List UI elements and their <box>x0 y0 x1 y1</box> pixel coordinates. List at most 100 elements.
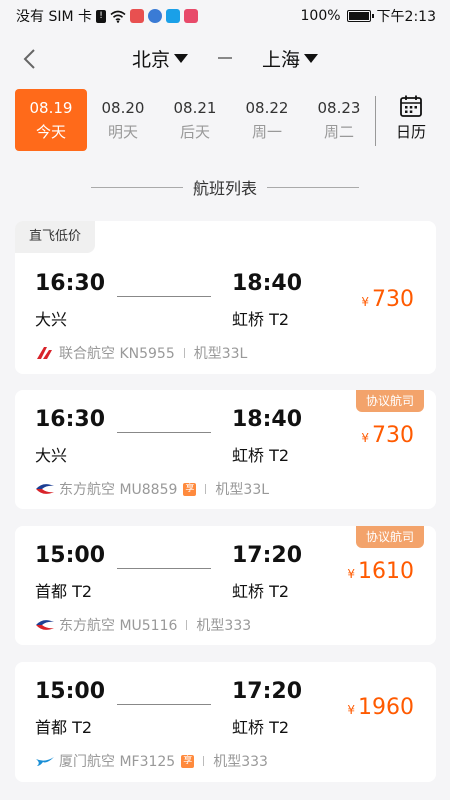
airline-flight: 东方航空 MU8859 <box>59 482 178 498</box>
status-left: 没有 SIM 卡 ! <box>16 6 198 26</box>
airline-flight: 联合航空 KN5955 <box>59 346 175 362</box>
price: ¥ 1960 <box>347 695 414 720</box>
arrival-airport: 虹桥 T2 <box>232 310 290 329</box>
section-title: 航班列表 <box>0 172 450 202</box>
date-tab-1[interactable]: 08.20 明天 <box>87 89 159 151</box>
carrier-text: 没有 SIM 卡 <box>16 9 92 25</box>
route-line <box>117 704 211 705</box>
route-line <box>117 568 211 569</box>
notes-app-icon <box>184 9 198 23</box>
departure-time: 15:00 <box>35 679 106 704</box>
arrival-time: 17:20 <box>232 679 303 704</box>
date-tab-4[interactable]: 08.23 周二 <box>303 89 375 151</box>
flight-meta: 东方航空 MU5116 机型333 <box>35 615 251 635</box>
airline-flight: 东方航空 MU5116 <box>59 618 178 634</box>
departure-time: 16:30 <box>35 407 106 432</box>
price: ¥ 730 <box>361 423 414 448</box>
battery-percent: 100% <box>300 8 341 24</box>
from-city-selector[interactable]: 北京 <box>132 45 188 72</box>
date-divider <box>375 96 376 146</box>
direct-low-price-tag: 直飞低价 <box>15 221 96 253</box>
search-app-icon <box>166 9 180 23</box>
arrival-airport: 虹桥 T2 <box>232 582 290 601</box>
china-eastern-logo-icon <box>36 620 54 630</box>
arrival-time: 18:40 <box>232 407 303 432</box>
departure-airport: 大兴 <box>35 310 68 329</box>
from-city-label: 北京 <box>131 48 170 71</box>
date-bar: 08.19 今天 08.20 明天 08.21 后天 08.22 周一 08.2… <box>0 84 450 156</box>
to-city-selector[interactable]: 上海 <box>262 45 319 72</box>
clock: 下午2:13 <box>376 9 436 25</box>
meta-separator <box>203 756 205 766</box>
currency-symbol: ¥ <box>361 295 369 309</box>
book-app-icon <box>130 9 144 23</box>
meta-separator <box>186 620 188 630</box>
shield-app-icon <box>148 9 162 23</box>
aircraft-type: 机型33L <box>215 482 270 498</box>
date-tab-0[interactable]: 08.19 今天 <box>15 89 87 151</box>
status-right: 100% 下午2:13 <box>301 6 436 26</box>
price: ¥ 1610 <box>347 559 414 584</box>
date-label: 08.21 <box>173 98 217 117</box>
date-label: 08.19 <box>29 98 73 117</box>
currency-symbol: ¥ <box>347 567 355 581</box>
date-label: 08.20 <box>101 98 145 117</box>
wifi-icon <box>110 10 126 23</box>
aircraft-type: 机型33L <box>193 346 248 362</box>
flight-card[interactable]: 直飞低价 16:30 大兴 18:40 虹桥 T2 ¥ 730 联合航空 KN5… <box>15 221 436 374</box>
currency-symbol: ¥ <box>361 431 369 445</box>
china-eastern-logo-icon <box>36 484 54 494</box>
price-value: 1610 <box>358 559 414 584</box>
arrival-time: 17:20 <box>232 543 303 568</box>
departure-airport: 首都 T2 <box>35 718 93 737</box>
sim-alert-icon: ! <box>96 9 106 23</box>
chevron-left-icon <box>23 49 35 69</box>
flight-meta: 联合航空 KN5955 机型33L <box>35 343 247 363</box>
weekday-label: 今天 <box>35 122 66 141</box>
arrival-airport: 虹桥 T2 <box>232 718 290 737</box>
route-line <box>117 296 211 297</box>
weekday-label: 周二 <box>323 122 354 141</box>
weekday-label: 明天 <box>107 122 138 141</box>
departure-airport: 首都 T2 <box>35 582 93 601</box>
flight-card[interactable]: 协议航司 15:00 首都 T2 17:20 虹桥 T2 ¥ 1610 东方航空… <box>15 526 436 645</box>
divider-line <box>267 186 359 188</box>
calendar-label: 日历 <box>395 123 426 141</box>
agreement-airline-tag: 协议航司 <box>355 390 424 412</box>
shared-flight-badge: 享 <box>181 754 195 768</box>
arrival-time: 18:40 <box>232 271 303 296</box>
date-tab-3[interactable]: 08.22 周一 <box>231 89 303 151</box>
date-label: 08.23 <box>317 98 361 117</box>
airline-flight: 厦门航空 MF3125 <box>59 754 176 770</box>
caret-down-icon <box>304 53 319 63</box>
flight-card[interactable]: 15:00 首都 T2 17:20 虹桥 T2 ¥ 1960 厦门航空 MF31… <box>15 662 436 782</box>
date-tab-2[interactable]: 08.21 后天 <box>159 89 231 151</box>
calendar-icon <box>400 95 422 117</box>
arrival-airport: 虹桥 T2 <box>232 446 290 465</box>
meta-separator <box>205 484 207 494</box>
flight-meta: 厦门航空 MF3125 享 机型333 <box>35 751 268 771</box>
currency-symbol: ¥ <box>347 703 355 717</box>
header: 北京 上海 <box>0 32 450 84</box>
calendar-button[interactable]: 日历 <box>388 94 434 148</box>
price-value: 1960 <box>358 695 414 720</box>
china-united-logo-icon <box>37 347 52 359</box>
flight-card[interactable]: 协议航司 16:30 大兴 18:40 虹桥 T2 ¥ 730 东方航空 MU8… <box>15 390 436 509</box>
aircraft-type: 机型333 <box>213 754 268 770</box>
date-label: 08.22 <box>245 98 289 117</box>
to-city-label: 上海 <box>262 48 301 71</box>
price-value: 730 <box>372 287 414 312</box>
price: ¥ 730 <box>361 287 414 312</box>
caret-down-icon <box>174 53 188 63</box>
meta-separator <box>183 348 185 358</box>
battery-icon <box>346 10 374 22</box>
price-value: 730 <box>372 423 414 448</box>
back-button[interactable] <box>14 44 44 74</box>
shared-flight-badge: 享 <box>183 482 197 496</box>
departure-airport: 大兴 <box>35 446 68 465</box>
section-title-text: 航班列表 <box>192 179 257 198</box>
aircraft-type: 机型333 <box>196 618 252 634</box>
weekday-label: 后天 <box>179 122 210 141</box>
weekday-label: 周一 <box>251 122 282 141</box>
divider-line <box>90 186 183 188</box>
